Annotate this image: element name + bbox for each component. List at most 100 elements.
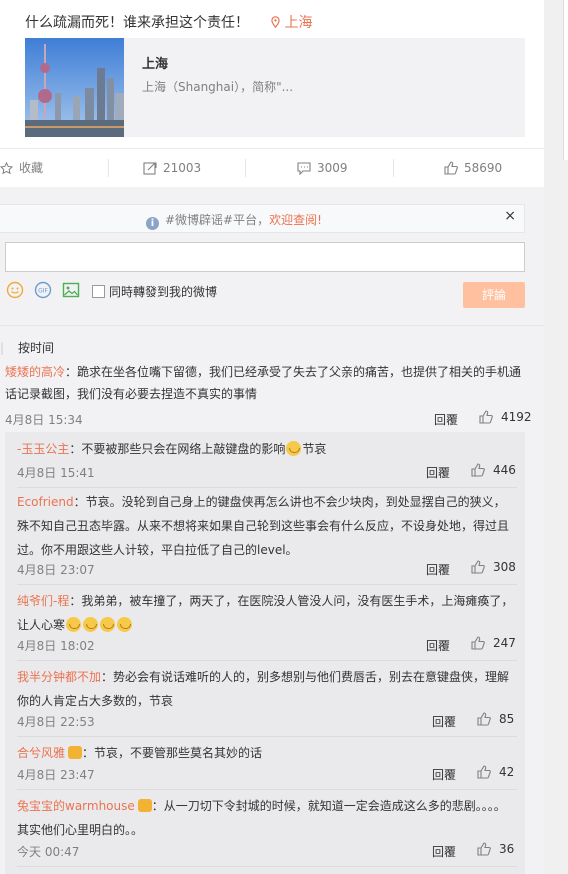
thumbs-up-icon (479, 410, 493, 424)
reply-like-count: 308 (493, 560, 516, 574)
reply-author[interactable]: -玉玉公主 (17, 442, 69, 456)
action-divider (393, 159, 394, 177)
svg-text:GIF: GIF (38, 288, 48, 295)
repost-checkbox[interactable]: 同時轉發到我的微博 (92, 283, 217, 300)
reply-divider (17, 789, 517, 790)
side-panel-edge (563, 0, 568, 160)
reply-author[interactable]: 我半分钟都不加 (17, 670, 101, 684)
reply-item: 纯爷们-程：我弟弟，被车撞了，两天了，在医院没人管没人问，没有医生手术，上海瘫痪… (17, 589, 517, 637)
star-icon (0, 162, 13, 175)
crying-emoji-icon (286, 441, 302, 456)
thumbs-up-icon (471, 463, 485, 477)
reply-divider (17, 584, 517, 585)
checkbox-box[interactable] (92, 285, 105, 298)
reply-like-button[interactable]: 85 (477, 712, 514, 726)
comment-author[interactable]: 矮矮的高冷 (5, 365, 65, 379)
like-count: 58690 (464, 161, 503, 175)
reply-author[interactable]: 兔宝宝的warmhouse (17, 799, 135, 813)
reply-button[interactable]: 回覆 (432, 766, 456, 783)
reply-author[interactable]: 纯爷们-程 (17, 594, 69, 608)
place-title: 上海 (142, 57, 169, 72)
reply-like-count: 446 (493, 463, 516, 477)
location-label: 上海 (284, 15, 313, 31)
location-link[interactable]: 上海 (271, 15, 312, 31)
repost-count: 21003 (163, 161, 202, 175)
repost-checkbox-label: 同時轉發到我的微博 (109, 285, 218, 299)
action-divider (245, 159, 246, 177)
reply-button[interactable]: 回覆 (432, 713, 456, 730)
reply-time: 4月8日 22:53 (17, 715, 95, 729)
reply-divider (17, 736, 517, 737)
reply-like-count: 85 (499, 712, 515, 726)
sort-by-time[interactable]: 按时间 (18, 341, 54, 355)
comment-icon (297, 162, 311, 175)
reply-divider (17, 487, 517, 488)
reply-like-count: 36 (499, 842, 515, 856)
close-icon[interactable]: × (504, 208, 516, 224)
favorite-label: 收藏 (19, 161, 44, 175)
reply-like-button[interactable]: 247 (471, 636, 516, 650)
comment-input[interactable] (5, 242, 525, 272)
sort-separator: | (0, 341, 5, 355)
comment-time: 4月8日 15:34 (5, 413, 83, 427)
submit-comment-button[interactable]: 評論 (463, 282, 525, 308)
reply-button[interactable]: 回覆 (432, 843, 456, 860)
reply-button[interactable]: 回覆 (434, 411, 458, 428)
reply-text: ：节哀，不要管那些莫名其妙的话 (82, 746, 263, 760)
crying-emoji-icon (100, 617, 116, 632)
post-action-bar: 收藏 21003 3009 58690 (0, 148, 544, 188)
comment-like-count: 4192 (501, 410, 532, 424)
reply-like-button[interactable]: 42 (477, 765, 514, 779)
emoji-icon[interactable] (6, 281, 24, 299)
reply-item: 合兮风雅 ：节哀，不要管那些莫名其妙的话 (17, 741, 517, 765)
sort-bar: | 按时间 (0, 339, 54, 356)
reply-like-button[interactable]: 36 (477, 842, 514, 856)
notice-link[interactable]: 欢迎查阅! (269, 213, 322, 227)
notice-text: i #微博辟谣#平台，欢迎查阅! (146, 211, 322, 230)
reply-list: -玉玉公主：不要被那些只会在网络上敲键盘的影响 节哀 4月8日 15:41 回覆 … (5, 432, 525, 874)
reply-time: 4月8日 18:02 (17, 639, 95, 653)
comment-like-button[interactable]: 4192 (479, 410, 532, 424)
post-text-line: 什么疏漏而死！谁来承担这个责任！ 上海 (25, 12, 312, 32)
member-badge-icon (68, 746, 83, 759)
notice-prefix: #微博辟谣#平台， (165, 213, 270, 227)
thumbs-up-icon (477, 712, 491, 726)
right-page-margin (545, 0, 568, 874)
reply-text: ：节哀。没轮到自己身上的键盘侠再怎么讲也不会少块肉，到处显摆自己的狭义，殊不知自… (17, 495, 510, 557)
reply-author[interactable]: 合兮风雅 (17, 746, 65, 760)
reply-item: 我半分钟都不加：势必会有说话难听的人的，别多想别与他们费唇舌，别去在意键盘侠，理… (17, 665, 517, 713)
thumbs-up-icon (477, 765, 491, 779)
reply-divider (17, 866, 517, 867)
reply-like-count: 247 (493, 636, 516, 650)
post-text: 什么疏漏而死！谁来承担这个责任！ (25, 15, 249, 31)
reply-button[interactable]: 回覆 (426, 637, 450, 654)
reply-item: -玉玉公主：不要被那些只会在网络上敲键盘的影响 节哀 (17, 437, 517, 461)
thumbs-up-icon (471, 636, 485, 650)
crying-emoji-icon (66, 617, 82, 632)
reply-time: 4月8日 15:41 (17, 466, 95, 480)
reply-like-button[interactable]: 446 (471, 463, 516, 477)
section-divider (0, 325, 544, 326)
place-description: 上海（Shanghai），简称"... (142, 80, 294, 94)
repost-button[interactable]: 21003 (143, 149, 201, 187)
like-button[interactable]: 58690 (444, 149, 502, 187)
reply-time: 4月8日 23:47 (17, 768, 95, 782)
reply-like-count: 42 (499, 765, 515, 779)
crying-emoji-icon (117, 617, 133, 632)
weibo-post-card: 什么疏漏而死！谁来承担这个责任！ 上海 上海 上海（Shanghai），简称".… (0, 0, 544, 874)
favorite-button[interactable]: 收藏 (0, 149, 43, 187)
gif-icon[interactable]: GIF (34, 281, 52, 299)
thumbs-up-icon (477, 842, 491, 856)
reply-text-suffix: 节哀 (302, 442, 327, 456)
reply-like-button[interactable]: 308 (471, 560, 516, 574)
reply-item: 兔宝宝的warmhouse ：从一刀切下令封城的时候，就知道一定会造成这么多的悲剧… (17, 794, 517, 842)
place-card[interactable]: 上海 上海（Shanghai），简称"... (25, 38, 525, 137)
reply-button[interactable]: 回覆 (426, 561, 450, 578)
image-icon[interactable] (62, 281, 80, 299)
rumor-notice-bar: i #微博辟谣#平台，欢迎查阅! × (0, 204, 525, 233)
place-thumbnail (25, 38, 124, 137)
crying-emoji-icon (83, 617, 99, 632)
reply-author[interactable]: Ecofriend (17, 495, 74, 509)
reply-button[interactable]: 回覆 (426, 464, 450, 481)
comment-button[interactable]: 3009 (297, 149, 348, 187)
